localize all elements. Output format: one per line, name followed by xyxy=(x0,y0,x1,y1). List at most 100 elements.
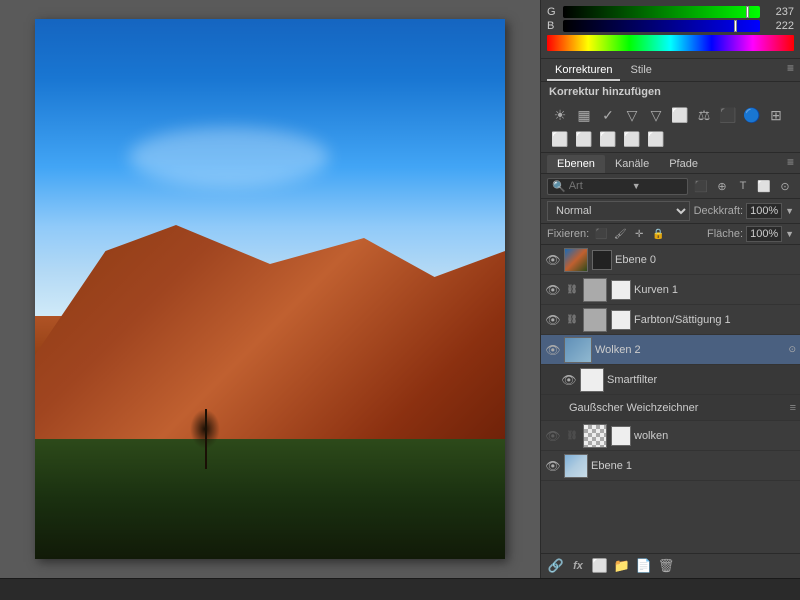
visibility-icon[interactable]: 👁 xyxy=(545,342,561,358)
layer-item[interactable]: 👁 ⛓ Kurven 1 xyxy=(541,275,800,305)
colorlookup-icon[interactable]: ⬜ xyxy=(549,128,571,150)
link-chain-icon: ⛓ xyxy=(564,282,580,298)
tab-pfade[interactable]: Pfade xyxy=(659,155,708,173)
fix-icons: ⬛ 🖌 ✛ 🔒 xyxy=(593,226,666,242)
layer-icon-type[interactable]: T xyxy=(734,177,752,195)
korrektur-icons: ☀ ▦ ✓ ▽ ▽ ⬜ ⚖ ⬛ 🔵 ⊞ ⬜ ⬜ ⬜ ⬜ ⬜ xyxy=(541,102,800,153)
hue-icon[interactable]: ⬜ xyxy=(669,104,691,126)
flaeche-arrow[interactable]: ▼ xyxy=(785,229,794,239)
layer-toolbar: 🔍 ▼ ⬛ ⊕ T ⬜ ⊙ xyxy=(541,174,800,199)
curves-icon[interactable]: ✓ xyxy=(597,104,619,126)
gauss-settings-icon[interactable]: ≡ xyxy=(790,402,796,414)
link-layers-icon[interactable]: 🔗 xyxy=(547,557,565,575)
g-slider-track[interactable] xyxy=(563,6,760,18)
blend-mode-select[interactable]: Normal xyxy=(547,201,690,221)
visibility-icon[interactable]: 👁 xyxy=(545,282,561,298)
fix-all-icon[interactable]: 🔒 xyxy=(650,226,666,242)
ground xyxy=(35,439,505,559)
layer-thumbnail xyxy=(564,337,592,363)
layer-icon-smart[interactable]: ⊙ xyxy=(776,177,794,195)
visibility-icon[interactable]: 👁 xyxy=(545,428,561,444)
levels-icon[interactable]: ▦ xyxy=(573,104,595,126)
add-mask-icon[interactable]: ⬜ xyxy=(591,557,609,575)
delete-layer-icon[interactable]: 🗑 xyxy=(657,557,675,575)
fixieren-row: Fixieren: ⬛ 🖌 ✛ 🔒 Fläche: 100% ▼ xyxy=(541,224,800,245)
layer-mask xyxy=(592,250,612,270)
g-slider-thumb[interactable] xyxy=(746,6,749,18)
visibility-icon[interactable]: 👁 xyxy=(545,312,561,328)
blend-row: Normal Deckkraft: 100% ▼ xyxy=(541,199,800,224)
fix-transparent-icon[interactable]: ⬛ xyxy=(593,226,609,242)
posterize-icon[interactable]: ⬜ xyxy=(597,128,619,150)
layer-thumbnail xyxy=(583,308,607,332)
b-slider-thumb[interactable] xyxy=(734,20,737,32)
search-icon: 🔍 xyxy=(552,180,566,193)
visibility-icon[interactable]: 👁 xyxy=(545,252,561,268)
b-value: 222 xyxy=(764,20,794,32)
vibrance-icon[interactable]: ▽ xyxy=(645,104,667,126)
layer-search[interactable]: 🔍 ▼ xyxy=(547,178,688,195)
tab-korrekturen[interactable]: Korrekturen xyxy=(547,61,620,81)
layer-name: Ebene 0 xyxy=(615,254,796,266)
right-panel: G 237 B 222 Korrekturen Stile ≡ Korrektu… xyxy=(540,0,800,578)
color-swatch xyxy=(547,35,794,51)
layer-panel-tabs: Ebenen Kanäle Pfade ≡ xyxy=(541,153,800,174)
channelmix-icon[interactable]: ⊞ xyxy=(765,104,787,126)
gradientmap-icon[interactable]: ⬜ xyxy=(645,128,667,150)
layer-mask xyxy=(611,280,631,300)
fixieren-label: Fixieren: xyxy=(547,228,589,240)
layer-item[interactable]: 👁 ⛓ Farbton/Sättigung 1 xyxy=(541,305,800,335)
opacity-value[interactable]: 100% xyxy=(746,203,782,219)
g-label: G xyxy=(547,6,559,18)
search-dropdown-icon[interactable]: ▼ xyxy=(632,181,641,191)
brightness-icon[interactable]: ☀ xyxy=(549,104,571,126)
fix-paint-icon[interactable]: 🖌 xyxy=(612,226,628,242)
layer-panel-menu[interactable]: ≡ xyxy=(787,155,794,173)
layer-item-wolken2[interactable]: 👁 Wolken 2 ⊙ xyxy=(541,335,800,365)
tab-ebenen[interactable]: Ebenen xyxy=(547,155,605,173)
layer-mask xyxy=(611,426,631,446)
layer-thumbnail xyxy=(583,278,607,302)
visibility-icon[interactable]: 👁 xyxy=(561,372,577,388)
opacity-group: Deckkraft: 100% ▼ xyxy=(694,203,794,219)
b-label: B xyxy=(547,20,559,32)
visibility-icon[interactable]: 👁 xyxy=(545,458,561,474)
clouds xyxy=(129,127,329,187)
search-input[interactable] xyxy=(569,180,629,192)
layer-name: Ebene 1 xyxy=(591,460,796,472)
color-section: G 237 B 222 xyxy=(541,0,800,59)
layer-name: Gaußscher Weichzeichner xyxy=(569,402,787,414)
photofilter-icon[interactable]: 🔵 xyxy=(741,104,763,126)
layer-thumbnail xyxy=(564,248,588,272)
bw-icon[interactable]: ⬛ xyxy=(717,104,739,126)
tab-stile[interactable]: Stile xyxy=(622,61,659,81)
g-value: 237 xyxy=(764,6,794,18)
layer-icons: ⬛ ⊕ T ⬜ ⊙ xyxy=(692,177,794,195)
layer-item-wolken[interactable]: 👁 ⛓ wolken xyxy=(541,421,800,451)
fx-icon[interactable]: fx xyxy=(569,557,587,575)
b-slider-track[interactable] xyxy=(563,20,760,32)
flaeche-label: Fläche: xyxy=(707,228,743,240)
layer-icon-shape[interactable]: ⬜ xyxy=(755,177,773,195)
threshold-icon[interactable]: ⬜ xyxy=(621,128,643,150)
layer-item-gauss[interactable]: Gaußscher Weichzeichner ≡ xyxy=(541,395,800,421)
layer-icon-pixels[interactable]: ⬛ xyxy=(692,177,710,195)
layer-icon-adjust[interactable]: ⊕ xyxy=(713,177,731,195)
opacity-label: Deckkraft: xyxy=(694,205,744,217)
new-group-icon[interactable]: 📁 xyxy=(613,557,631,575)
flaeche-value[interactable]: 100% xyxy=(746,226,782,242)
status-bar xyxy=(0,578,800,600)
g-slider-row: G 237 xyxy=(547,6,794,18)
panel-menu-button[interactable]: ≡ xyxy=(787,61,794,81)
new-layer-icon[interactable]: 📄 xyxy=(635,557,653,575)
layer-item-ebene1[interactable]: 👁 Ebene 1 xyxy=(541,451,800,481)
opacity-arrow[interactable]: ▼ xyxy=(785,206,794,216)
layer-name: Wolken 2 xyxy=(595,344,785,356)
layer-item-smartfilter[interactable]: 👁 Smartfilter xyxy=(541,365,800,395)
tab-kanaele[interactable]: Kanäle xyxy=(605,155,659,173)
invert-icon[interactable]: ⬜ xyxy=(573,128,595,150)
colorbalance-icon[interactable]: ⚖ xyxy=(693,104,715,126)
exposure-icon[interactable]: ▽ xyxy=(621,104,643,126)
layer-item[interactable]: 👁 Ebene 0 xyxy=(541,245,800,275)
fix-move-icon[interactable]: ✛ xyxy=(631,226,647,242)
